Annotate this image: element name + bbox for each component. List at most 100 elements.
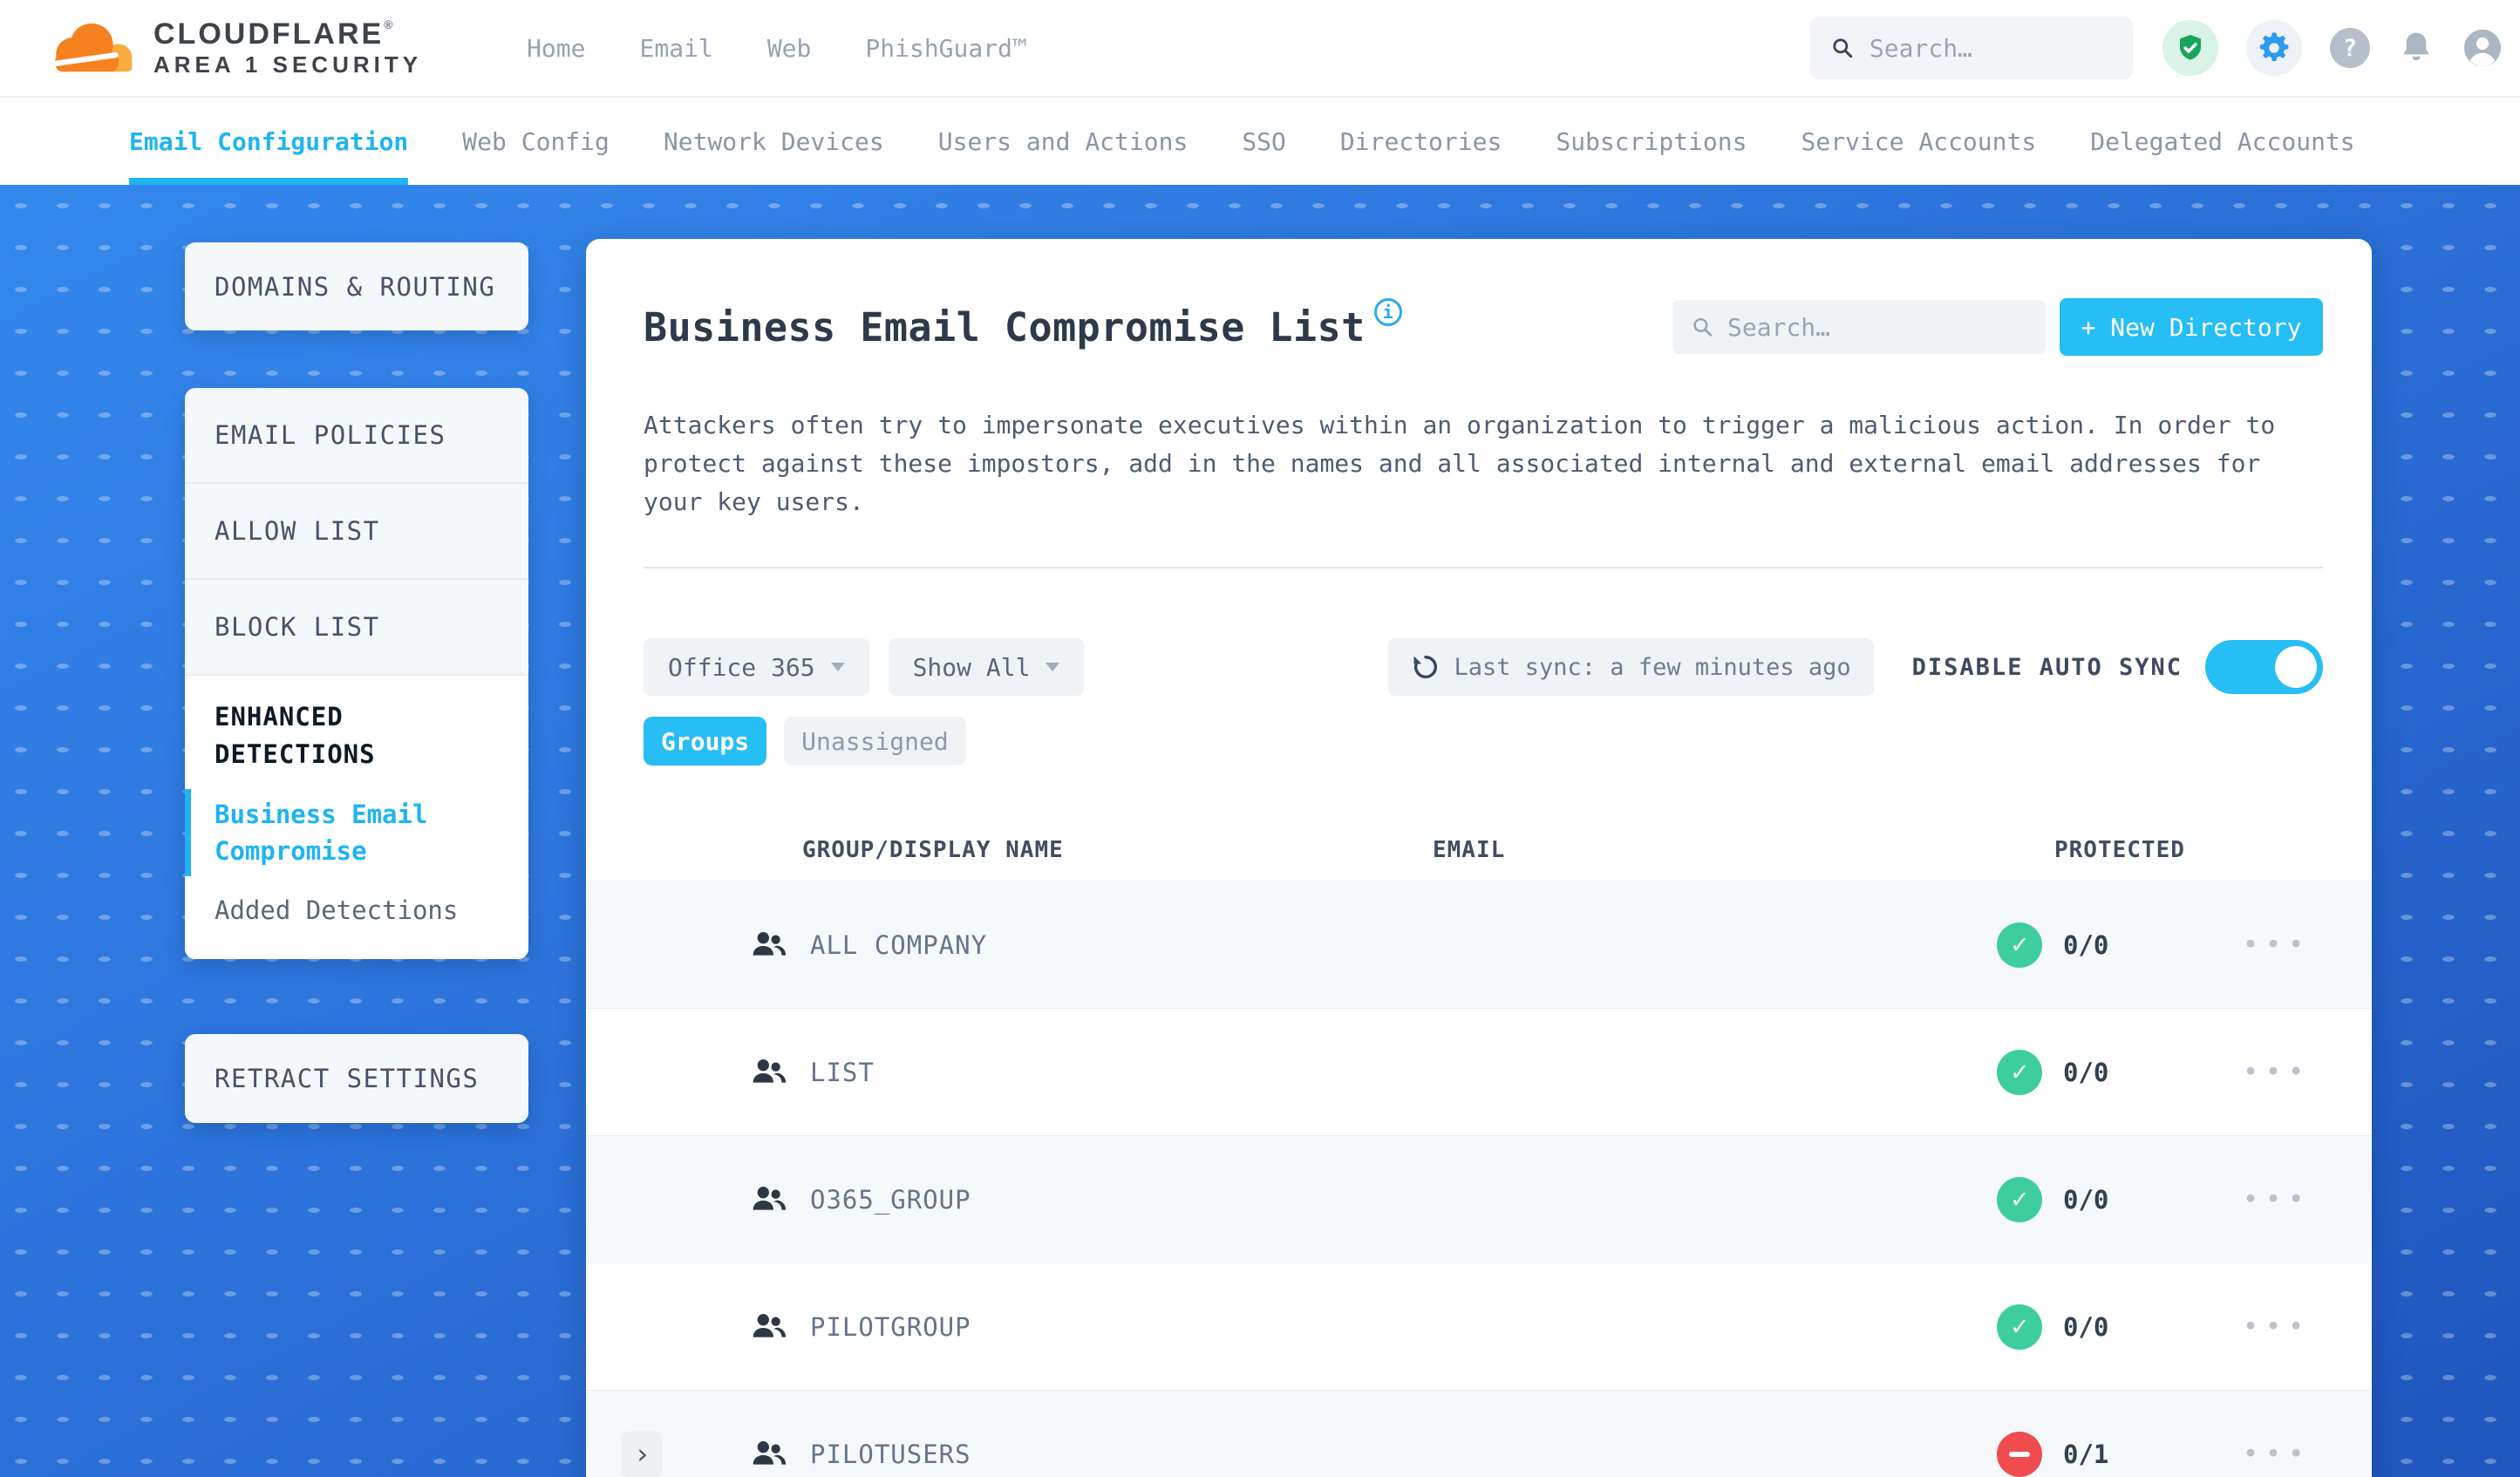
table-row[interactable]: LIST ✓ 0/0 ••• — [586, 1008, 2372, 1135]
row-actions-button[interactable]: ••• — [2243, 1439, 2311, 1469]
group-name: LIST — [810, 1057, 875, 1087]
group-icon — [752, 1185, 787, 1215]
sidebar-item-email-policies[interactable]: EMAIL POLICIES — [185, 388, 528, 484]
section-nav: Email Configuration Web Config Network D… — [0, 98, 2520, 185]
row-actions-button[interactable]: ••• — [2243, 929, 2311, 960]
top-nav: Home Email Web PhishGuard™ — [527, 34, 1027, 63]
group-icon — [752, 1058, 787, 1087]
unprotected-minus-icon — [1997, 1431, 2042, 1477]
top-nav-email[interactable]: Email — [640, 34, 713, 63]
page-description: Attackers often try to impersonate execu… — [644, 411, 2276, 516]
refresh-icon — [1413, 655, 1437, 679]
brand-subname: AREA 1 SECURITY — [153, 51, 423, 78]
title-row: Business Email Compromise List i + New D… — [644, 296, 2323, 357]
settings-gear-icon[interactable] — [2246, 20, 2302, 76]
protected-check-icon: ✓ — [1997, 1049, 2042, 1095]
group-icon — [752, 1440, 787, 1469]
group-name: O365_GROUP — [810, 1184, 971, 1215]
page-title: Business Email Compromise List — [644, 303, 1366, 351]
tab-unassigned[interactable]: Unassigned — [784, 717, 966, 766]
group-icon — [752, 930, 787, 960]
auto-sync-toggle[interactable] — [2205, 640, 2323, 694]
table-row[interactable]: ALL COMPANY ✓ 0/0 ••• — [586, 881, 2372, 1008]
last-sync-button[interactable]: Last sync: a few minutes ago — [1387, 638, 1874, 696]
tab-network-devices[interactable]: Network Devices — [664, 98, 884, 185]
column-group-display-name: GROUP/DISPLAY NAME — [802, 837, 1064, 863]
tab-directories[interactable]: Directories — [1340, 98, 1502, 185]
global-search-input[interactable] — [1869, 33, 2112, 63]
top-nav-home[interactable]: Home — [527, 34, 585, 63]
tab-email-configuration[interactable]: Email Configuration — [129, 98, 409, 185]
tab-web-config[interactable]: Web Config — [462, 98, 610, 185]
show-filter-dropdown[interactable]: Show All — [888, 638, 1085, 696]
top-nav-web[interactable]: Web — [767, 34, 812, 63]
sidebar-section-enhanced-detections: ENHANCED DETECTIONS Business Email Compr… — [185, 676, 528, 959]
protected-count: 0/0 — [2063, 1184, 2109, 1215]
notifications-bell-icon[interactable] — [2398, 30, 2435, 66]
account-avatar-icon[interactable] — [2462, 28, 2503, 68]
expand-row-button[interactable]: › — [622, 1431, 663, 1477]
row-actions-button[interactable]: ••• — [2243, 1057, 2311, 1087]
search-icon — [1833, 38, 1853, 58]
search-icon — [1693, 317, 1713, 337]
chevron-down-icon — [1045, 663, 1060, 671]
main-panel: Business Email Compromise List i + New D… — [586, 239, 2372, 1477]
sidebar-item-retract-settings[interactable]: RETRACT SETTINGS — [185, 1034, 528, 1123]
tab-sso[interactable]: SSO — [1242, 98, 1286, 185]
protected-count: 0/0 — [2063, 1311, 2109, 1342]
chevron-down-icon — [830, 663, 845, 671]
row-actions-button[interactable]: ••• — [2243, 1311, 2311, 1342]
tab-service-accounts[interactable]: Service Accounts — [1801, 98, 2037, 185]
table-row[interactable]: › PILOTUSERS 0/1 ••• — [586, 1390, 2372, 1477]
divider — [644, 567, 2323, 568]
protected-check-icon: ✓ — [1997, 1303, 2042, 1350]
sidebar-email-policies-card: EMAIL POLICIES ALLOW LIST BLOCK LIST ENH… — [185, 388, 528, 959]
top-bar: CLOUDFLARE® AREA 1 SECURITY Home Email W… — [0, 0, 2520, 98]
row-actions-button[interactable]: ••• — [2243, 1184, 2311, 1215]
toggle-knob — [2275, 646, 2317, 688]
protected-check-icon: ✓ — [1997, 1176, 2042, 1222]
column-protected: PROTECTED — [2054, 837, 2185, 863]
trademark: ® — [384, 17, 396, 31]
cloudflare-logo[interactable]: CLOUDFLARE® AREA 1 SECURITY — [49, 17, 423, 78]
directory-search-input[interactable] — [1727, 312, 2026, 342]
help-icon[interactable]: ? — [2330, 28, 2370, 68]
sidebar-item-added-detections[interactable]: Added Detections — [215, 892, 502, 929]
cloudflare-cloud-icon — [51, 23, 133, 72]
sidebar-item-business-email-compromise[interactable]: Business Email Compromise — [185, 789, 502, 876]
tab-users-and-actions[interactable]: Users and Actions — [938, 98, 1188, 185]
sidebar-item-enhanced-detections[interactable]: ENHANCED DETECTIONS — [215, 698, 502, 773]
group-name: PILOTGROUP — [810, 1311, 971, 1342]
protected-count: 0/0 — [2063, 1057, 2109, 1087]
tab-delegated-accounts[interactable]: Delegated Accounts — [2090, 98, 2354, 185]
table-row[interactable]: PILOTGROUP ✓ 0/0 ••• — [586, 1263, 2372, 1390]
security-shield-icon[interactable] — [2162, 20, 2218, 76]
protected-count: 0/0 — [2063, 929, 2109, 960]
page-background: DOMAINS & ROUTING EMAIL POLICIES ALLOW L… — [0, 185, 2520, 1477]
directory-type-dropdown[interactable]: Office 365 — [644, 638, 869, 696]
directory-search[interactable] — [1672, 300, 2046, 354]
info-icon[interactable]: i — [1373, 298, 1402, 326]
protected-check-icon: ✓ — [1997, 922, 2042, 968]
group-name: ALL COMPANY — [810, 929, 988, 960]
sidebar-item-allow-list[interactable]: ALLOW LIST — [185, 484, 528, 580]
tab-subscriptions[interactable]: Subscriptions — [1556, 98, 1747, 185]
table-row[interactable]: O365_GROUP ✓ 0/0 ••• — [586, 1135, 2372, 1263]
disable-auto-sync-label: DISABLE AUTO SYNC — [1911, 653, 2183, 681]
top-nav-phishguard[interactable]: PhishGuard™ — [865, 34, 1026, 63]
group-icon — [752, 1312, 787, 1342]
column-email: EMAIL — [1433, 837, 1506, 863]
tab-groups[interactable]: Groups — [644, 717, 767, 766]
sidebar-item-block-list[interactable]: BLOCK LIST — [185, 580, 528, 676]
group-name: PILOTUSERS — [810, 1439, 971, 1469]
global-search[interactable] — [1810, 17, 2133, 79]
brand-name: CLOUDFLARE® — [153, 17, 396, 51]
view-tabs: Groups Unassigned — [644, 717, 2323, 766]
sidebar-item-domains-routing[interactable]: DOMAINS & ROUTING — [185, 242, 528, 330]
table-header: GROUP/DISPLAY NAME EMAIL PROTECTED — [644, 820, 2323, 881]
header-icons: ? — [2162, 20, 2503, 76]
protected-count: 0/1 — [2063, 1439, 2109, 1469]
table-body: ALL COMPANY ✓ 0/0 ••• LIST ✓ 0/0 ••• O365_GROUP ✓… — [586, 881, 2372, 1477]
filters-row: Office 365 Show All Last sync: a few min… — [644, 638, 2323, 696]
new-directory-button[interactable]: + New Directory — [2060, 298, 2323, 356]
